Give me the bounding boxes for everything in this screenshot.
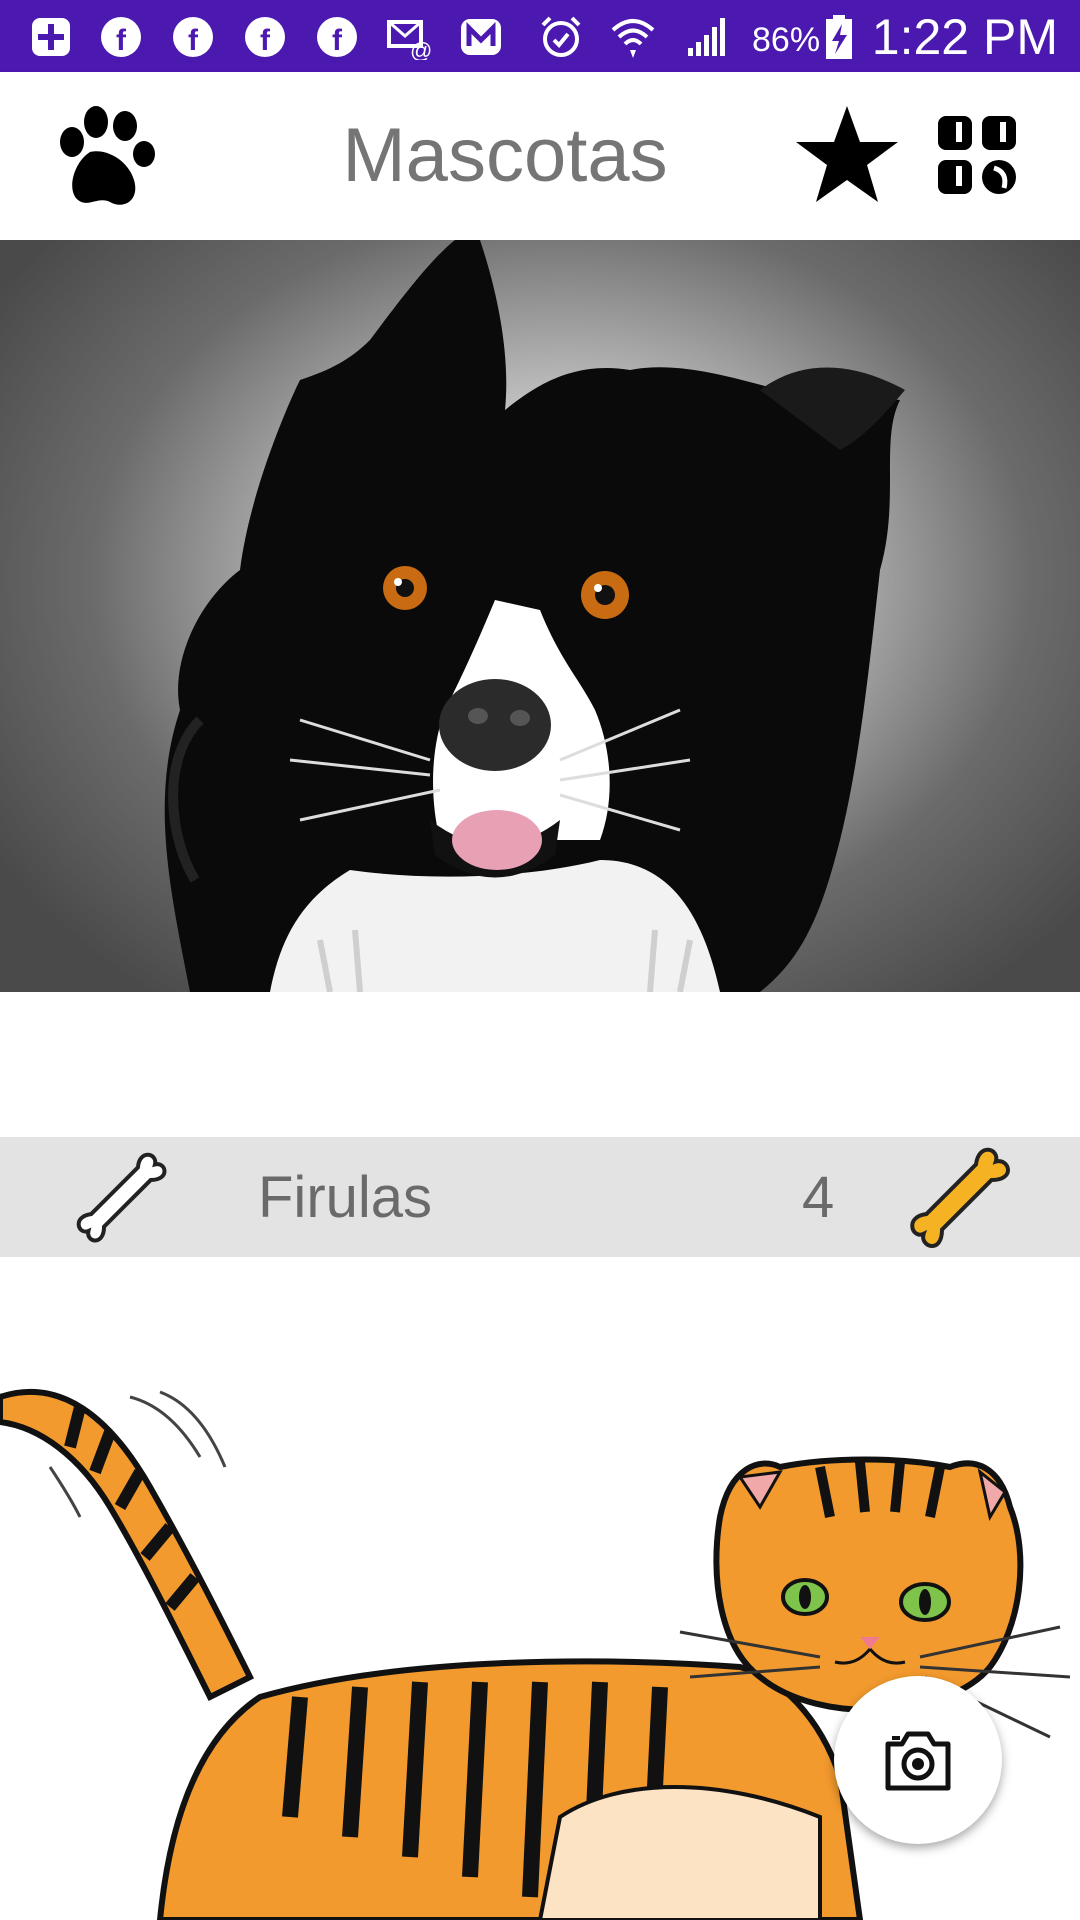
- facebook-icon: f: [101, 17, 141, 57]
- svg-text:f: f: [116, 24, 127, 57]
- svg-text:f: f: [260, 24, 271, 57]
- pet-name: Firulas: [258, 1165, 433, 1230]
- facebook-icon: f: [245, 17, 285, 57]
- pet-photo-dog[interactable]: [0, 240, 1080, 992]
- plus-square-icon: [32, 18, 70, 56]
- battery-charging-icon: [826, 15, 852, 59]
- app-bar: Mascotas: [0, 72, 1080, 242]
- email-icon: @: [387, 20, 432, 60]
- signal-icon: [688, 18, 725, 56]
- facebook-icon: f: [173, 17, 213, 57]
- svg-text:f: f: [332, 24, 343, 57]
- bone-outline-icon[interactable]: [58, 1136, 184, 1258]
- dog-illustration: [164, 240, 905, 992]
- wifi-icon: [611, 19, 655, 58]
- bone-filled-icon[interactable]: [896, 1134, 1022, 1260]
- battery-percent: 86%: [752, 21, 821, 59]
- camera-icon: [885, 1731, 951, 1791]
- clock: 1:22 PM: [871, 9, 1058, 65]
- alarm-icon: [541, 16, 581, 57]
- grid-icon[interactable]: [938, 116, 1018, 196]
- svg-text:@: @: [410, 38, 432, 60]
- mail-app-icon: [461, 19, 501, 55]
- pet-rating-count: 4: [802, 1165, 835, 1230]
- facebook-icon: f: [317, 17, 357, 57]
- star-icon[interactable]: [792, 102, 902, 212]
- camera-fab-button[interactable]: [834, 1676, 1002, 1844]
- svg-text:f: f: [188, 24, 199, 57]
- status-bar: f f f f @ 86% 1:22 PM: [0, 0, 1080, 72]
